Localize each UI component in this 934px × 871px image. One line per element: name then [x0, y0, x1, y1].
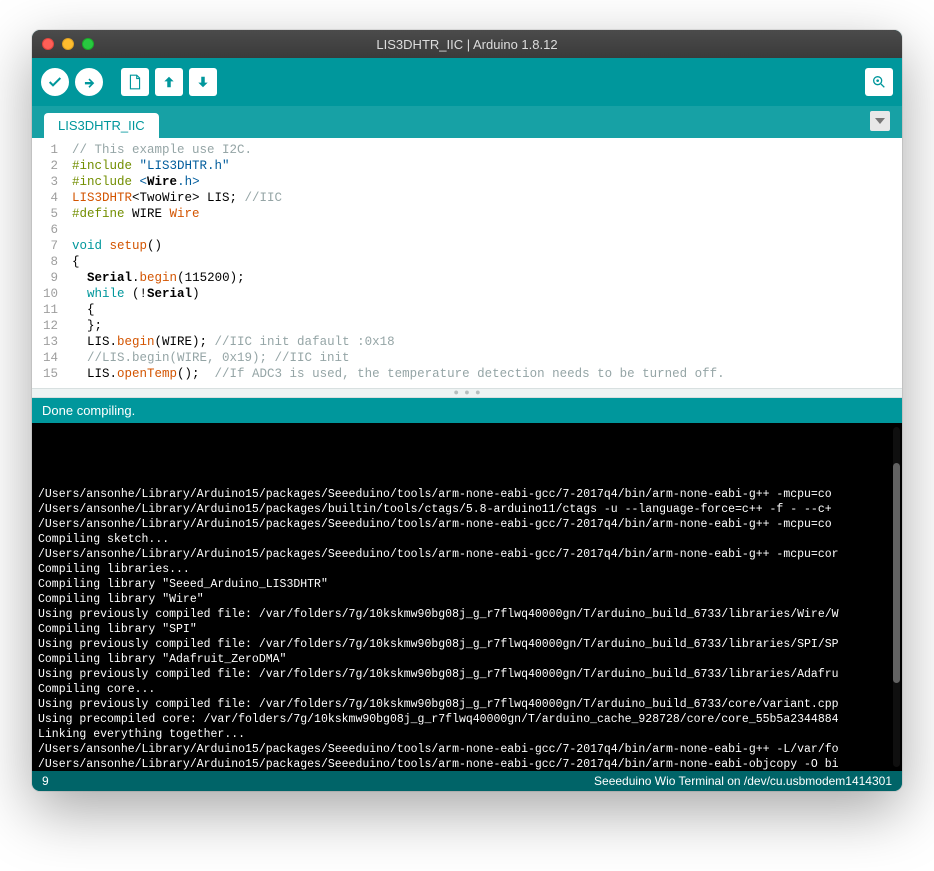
console-scrollbar-thumb[interactable] [893, 463, 900, 683]
code-line[interactable]: #include "LIS3DHTR.h" [72, 158, 894, 174]
code-line[interactable]: //LIS.begin(WIRE, 0x19); //IIC init [72, 350, 894, 366]
console-line: Using previously compiled file: /var/fol… [38, 697, 896, 712]
console-line: Compiling library "SPI" [38, 622, 896, 637]
arrow-right-icon [82, 75, 96, 89]
cursor-line-indicator: 9 [42, 774, 49, 788]
console-line: Using previously compiled file: /var/fol… [38, 607, 896, 622]
save-sketch-button[interactable] [188, 67, 218, 97]
open-sketch-button[interactable] [154, 67, 184, 97]
console-line: Compiling library "Adafruit_ZeroDMA" [38, 652, 896, 667]
line-number: 3 [36, 174, 58, 190]
code-line[interactable]: Serial.begin(115200); [72, 270, 894, 286]
code-line[interactable]: { [72, 254, 894, 270]
code-line[interactable]: while (!Serial) [72, 286, 894, 302]
arrow-down-icon [196, 75, 210, 89]
toolbar [32, 58, 902, 106]
line-number: 14 [36, 350, 58, 366]
code-line[interactable]: { [72, 302, 894, 318]
console-line: Using previously compiled file: /var/fol… [38, 637, 896, 652]
console-line: Linking everything together... [38, 727, 896, 742]
line-number: 1 [36, 142, 58, 158]
editor-resize-handle[interactable]: ● ● ● [32, 388, 902, 398]
console-line: Compiling library "Wire" [38, 592, 896, 607]
verify-button[interactable] [40, 67, 70, 97]
code-line[interactable] [72, 222, 894, 238]
line-number: 8 [36, 254, 58, 270]
upload-button[interactable] [74, 67, 104, 97]
code-editor[interactable]: 123456789101112131415 // This example us… [32, 138, 902, 388]
console-line: /Users/ansonhe/Library/Arduino15/package… [38, 547, 896, 562]
console-line: Compiling libraries... [38, 562, 896, 577]
board-port-indicator: Seeeduino Wio Terminal on /dev/cu.usbmod… [594, 774, 892, 788]
line-number: 7 [36, 238, 58, 254]
line-number: 2 [36, 158, 58, 174]
console-line: /Users/ansonhe/Library/Arduino15/package… [38, 517, 896, 532]
serial-monitor-button[interactable] [864, 67, 894, 97]
console-line: /Users/ansonhe/Library/Arduino15/package… [38, 742, 896, 757]
tab-menu-button[interactable] [870, 111, 890, 131]
code-line[interactable]: LIS.begin(WIRE); //IIC init dafault :0x1… [72, 334, 894, 350]
arrow-up-icon [162, 75, 176, 89]
code-line[interactable]: // This example use I2C. [72, 142, 894, 158]
app-window: LIS3DHTR_IIC | Arduino 1.8.12 [32, 30, 902, 791]
console-line: /Users/ansonhe/Library/Arduino15/package… [38, 487, 896, 502]
console-line: Compiling core... [38, 682, 896, 697]
console-line: /Users/ansonhe/Library/Arduino15/package… [38, 502, 896, 517]
line-number: 11 [36, 302, 58, 318]
serial-monitor-icon [871, 74, 887, 90]
line-number: 10 [36, 286, 58, 302]
code-line[interactable]: void setup() [72, 238, 894, 254]
console-line: Compiling sketch... [38, 532, 896, 547]
console-line: Using precompiled core: /var/folders/7g/… [38, 712, 896, 727]
line-number: 12 [36, 318, 58, 334]
code-line[interactable]: LIS3DHTR<TwoWire> LIS; //IIC [72, 190, 894, 206]
new-sketch-button[interactable] [120, 67, 150, 97]
chevron-down-icon [875, 116, 885, 126]
code-line[interactable]: #include <Wire.h> [72, 174, 894, 190]
titlebar: LIS3DHTR_IIC | Arduino 1.8.12 [32, 30, 902, 58]
check-icon [47, 74, 63, 90]
compile-status: Done compiling. [32, 398, 902, 423]
line-number: 4 [36, 190, 58, 206]
code-area[interactable]: // This example use I2C.#include "LIS3DH… [64, 138, 902, 388]
line-number: 9 [36, 270, 58, 286]
console-line: /Users/ansonhe/Library/Arduino15/package… [38, 757, 896, 771]
code-line[interactable]: }; [72, 318, 894, 334]
line-number: 15 [36, 366, 58, 382]
window-title: LIS3DHTR_IIC | Arduino 1.8.12 [32, 37, 902, 52]
code-line[interactable]: #define WIRE Wire [72, 206, 894, 222]
file-icon [128, 74, 142, 90]
console-output[interactable]: /Users/ansonhe/Library/Arduino15/package… [32, 423, 902, 771]
line-gutter: 123456789101112131415 [32, 138, 64, 388]
tab-bar: LIS3DHTR_IIC [32, 106, 902, 138]
line-number: 6 [36, 222, 58, 238]
console-line: Compiling library "Seeed_Arduino_LIS3DHT… [38, 577, 896, 592]
tab-active[interactable]: LIS3DHTR_IIC [44, 113, 159, 138]
bottom-bar: 9 Seeeduino Wio Terminal on /dev/cu.usbm… [32, 771, 902, 791]
console-line: Using previously compiled file: /var/fol… [38, 667, 896, 682]
line-number: 5 [36, 206, 58, 222]
line-number: 13 [36, 334, 58, 350]
code-line[interactable]: LIS.openTemp(); //If ADC3 is used, the t… [72, 366, 894, 382]
